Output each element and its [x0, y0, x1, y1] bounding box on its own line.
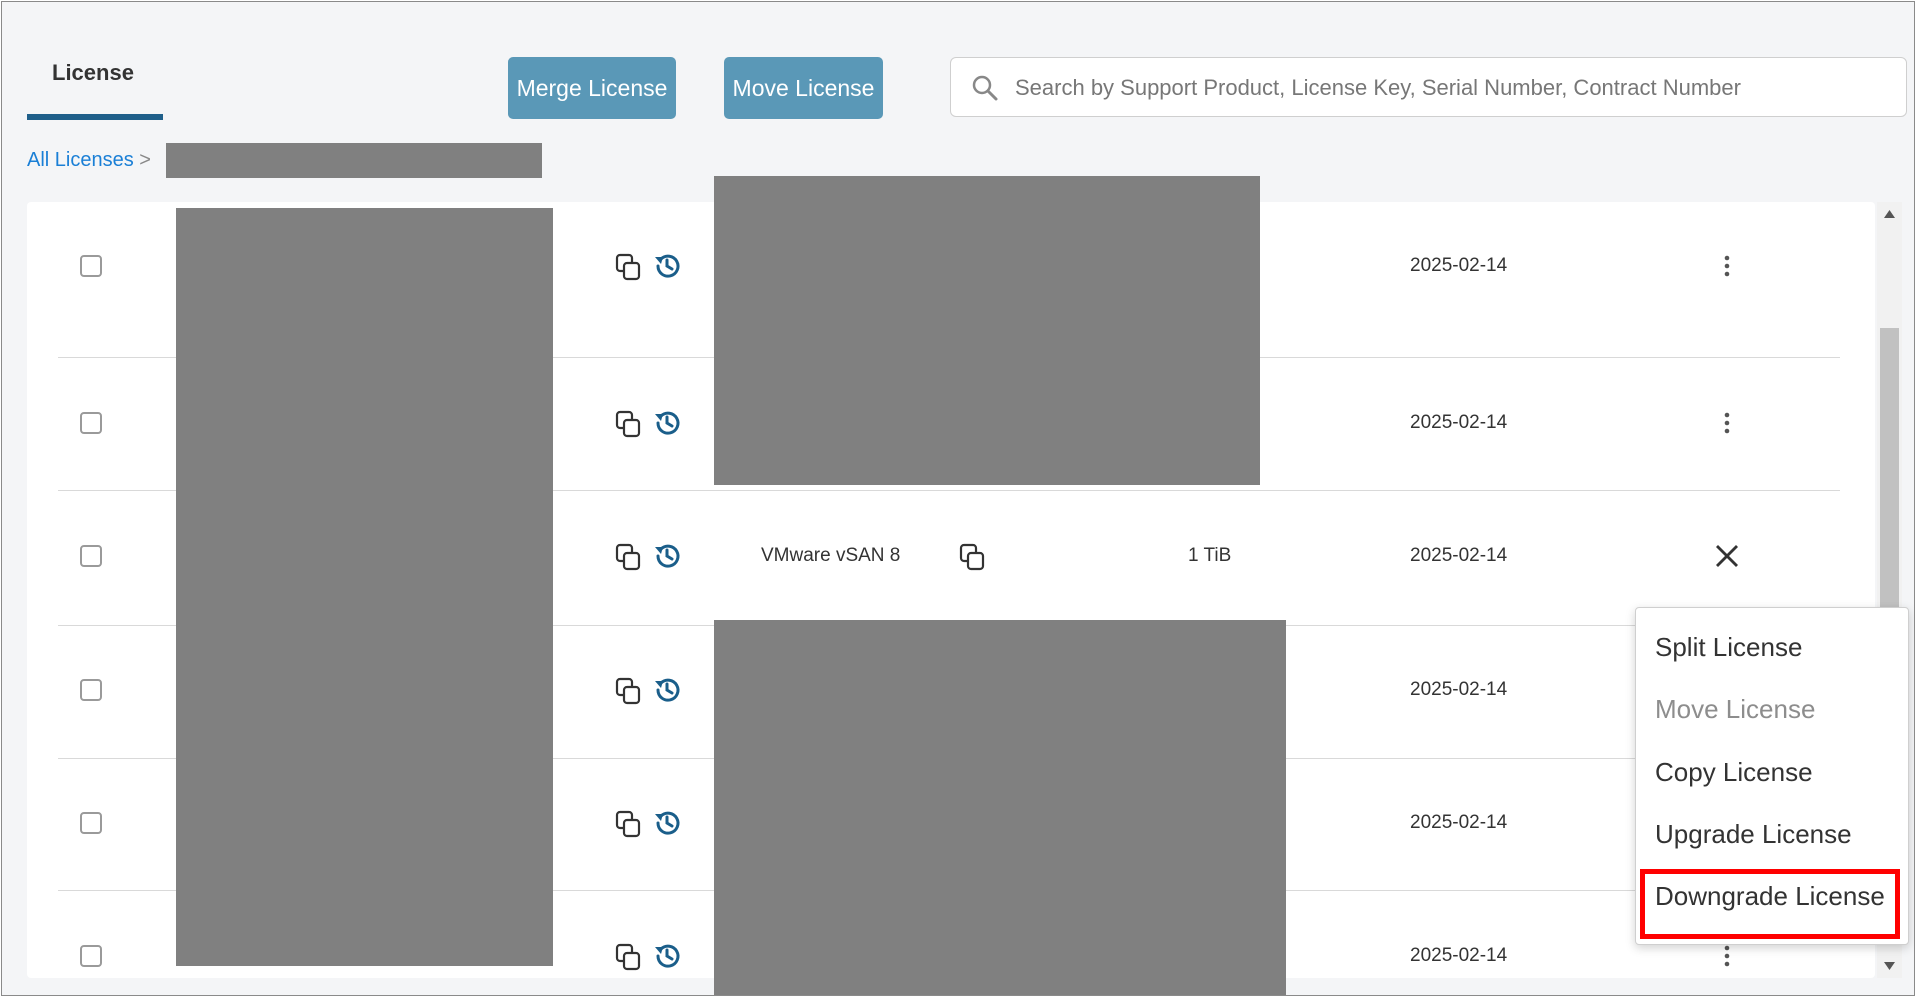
menu-item-upgrade-license[interactable]: Upgrade License [1655, 819, 1852, 850]
copy-icon[interactable] [614, 409, 642, 439]
row-checkbox[interactable] [80, 255, 102, 277]
merge-license-button[interactable]: Merge License [508, 57, 676, 119]
history-icon[interactable] [652, 675, 680, 705]
history-icon[interactable] [652, 808, 680, 838]
copy-product-icon[interactable] [958, 542, 986, 572]
menu-item-copy-license[interactable]: Copy License [1655, 757, 1813, 788]
tab-active-indicator [27, 114, 163, 120]
history-icon[interactable] [652, 408, 680, 438]
redacted-license-key-column [176, 208, 553, 966]
tab-license-label: License [52, 60, 134, 85]
row-checkbox[interactable] [80, 545, 102, 567]
menu-item-split-license[interactable]: Split License [1655, 632, 1802, 663]
row-checkbox[interactable] [80, 679, 102, 701]
copy-icon[interactable] [614, 676, 642, 706]
breadcrumb-separator: > [139, 149, 151, 171]
move-license-button[interactable]: Move License [724, 57, 883, 119]
copy-icon[interactable] [614, 942, 642, 972]
expiration-date: 2025-02-14 [1410, 545, 1508, 566]
downgrade-license-highlight [1640, 869, 1900, 939]
expiration-date: 2025-02-14 [1410, 945, 1508, 966]
kebab-icon[interactable] [1724, 412, 1730, 439]
expiration-date: 2025-02-14 [1410, 255, 1508, 276]
expiration-date: 2025-02-14 [1410, 679, 1508, 700]
redacted-product-block-top [714, 176, 1260, 485]
close-icon[interactable] [1714, 543, 1740, 574]
search-box [950, 57, 1907, 118]
row-checkbox[interactable] [80, 412, 102, 434]
redacted-product-block-bottom [714, 620, 1286, 995]
license-page: License Merge License Move License All L… [1, 1, 1915, 996]
breadcrumb: All Licenses > [27, 149, 151, 172]
copy-icon[interactable] [614, 252, 642, 282]
scroll-down-arrow-icon[interactable] [1884, 962, 1895, 970]
breadcrumb-all-licenses-link[interactable]: All Licenses [27, 149, 134, 171]
kebab-icon[interactable] [1724, 945, 1730, 972]
row-checkbox[interactable] [80, 945, 102, 967]
history-icon[interactable] [652, 941, 680, 971]
search-icon [972, 75, 998, 101]
capacity-value: 1 TiB [1188, 545, 1232, 566]
expiration-date: 2025-02-14 [1410, 412, 1508, 433]
menu-item-move-license: Move License [1655, 694, 1816, 724]
history-icon[interactable] [652, 251, 680, 281]
copy-icon[interactable] [614, 809, 642, 839]
row-checkbox[interactable] [80, 812, 102, 834]
scroll-up-arrow-icon[interactable] [1884, 210, 1895, 218]
copy-icon[interactable] [614, 542, 642, 572]
history-icon[interactable] [652, 541, 680, 571]
product-name: VMware vSAN 8 [761, 545, 901, 566]
kebab-icon[interactable] [1724, 255, 1730, 282]
expiration-date: 2025-02-14 [1410, 812, 1508, 833]
redacted-breadcrumb-item [166, 143, 542, 178]
search-input[interactable] [1013, 58, 1897, 118]
tab-license[interactable]: License [27, 52, 163, 122]
